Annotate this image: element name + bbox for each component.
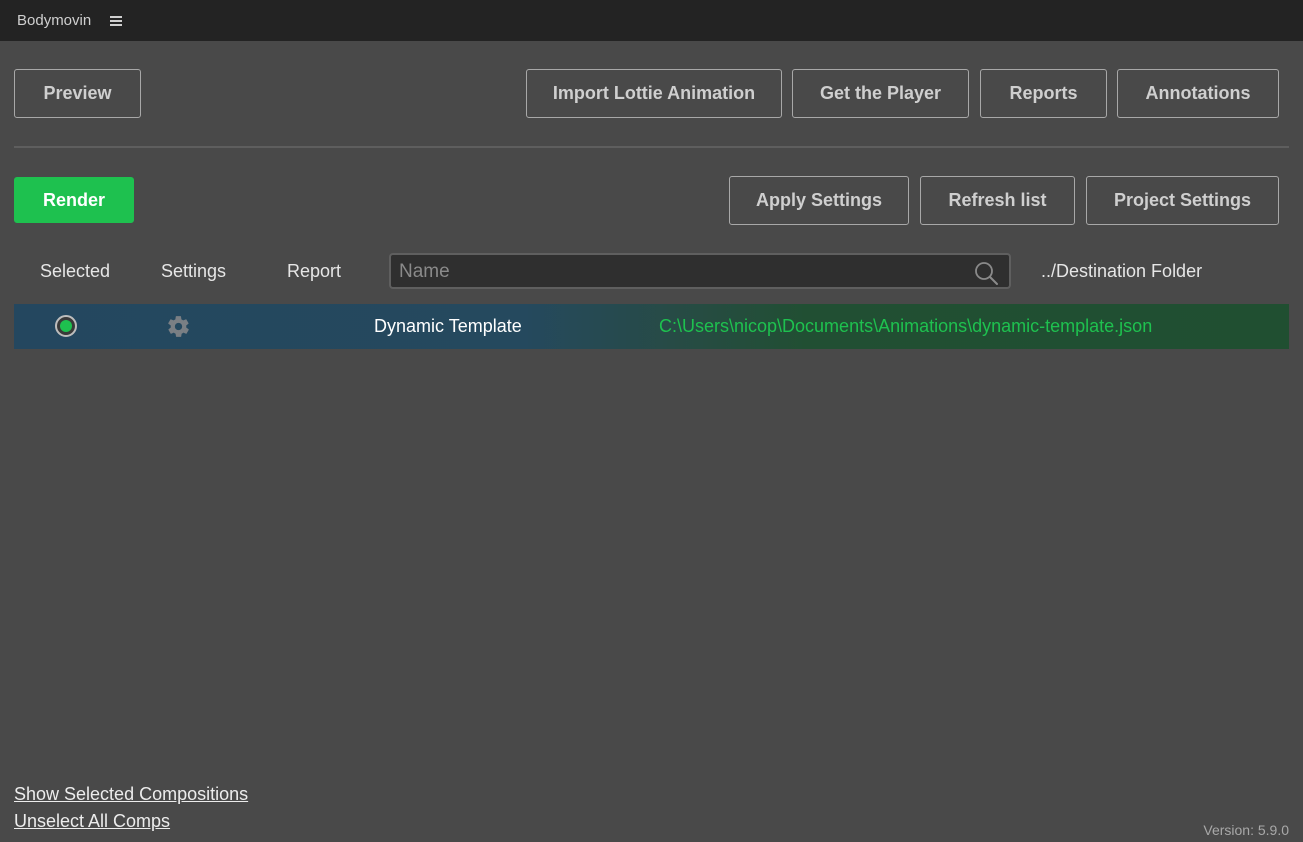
refresh-list-button[interactable]: Refresh list: [920, 176, 1075, 225]
gear-icon[interactable]: [166, 314, 191, 339]
composition-row[interactable]: Dynamic Template C:\Users\nicop\Document…: [14, 304, 1289, 349]
annotations-button[interactable]: Annotations: [1117, 69, 1279, 118]
column-header-settings: Settings: [161, 261, 227, 281]
app-title: Bodymovin: [17, 12, 92, 29]
column-header-selected: Selected: [40, 261, 111, 281]
select-radio[interactable]: [55, 315, 77, 337]
unselect-all-comps-link[interactable]: Unselect All Comps: [14, 810, 170, 832]
search-icon[interactable]: [973, 260, 999, 286]
radio-selected-dot: [60, 320, 72, 332]
apply-settings-button[interactable]: Apply Settings: [729, 176, 909, 225]
import-lottie-button[interactable]: Import Lottie Animation: [526, 69, 782, 118]
project-settings-button[interactable]: Project Settings: [1086, 176, 1279, 225]
version-label: Version: 5.9.0: [1203, 822, 1289, 838]
toolbar-divider: [14, 146, 1289, 148]
composition-name: Dynamic Template: [374, 316, 522, 336]
search-input[interactable]: [397, 258, 961, 286]
hamburger-menu-icon[interactable]: [110, 15, 123, 26]
get-player-button[interactable]: Get the Player: [792, 69, 969, 118]
show-selected-compositions-link[interactable]: Show Selected Compositions: [14, 783, 248, 805]
destination-path-link[interactable]: C:\Users\nicop\Documents\Animations\dyna…: [659, 314, 1152, 338]
preview-button[interactable]: Preview: [14, 69, 141, 118]
title-bar: Bodymovin: [0, 0, 1303, 41]
column-header-destination[interactable]: ../Destination Folder: [1041, 258, 1202, 284]
column-header-report: Report: [287, 261, 342, 281]
render-button[interactable]: Render: [14, 177, 134, 223]
reports-button[interactable]: Reports: [980, 69, 1107, 118]
search-box: [389, 253, 1011, 289]
